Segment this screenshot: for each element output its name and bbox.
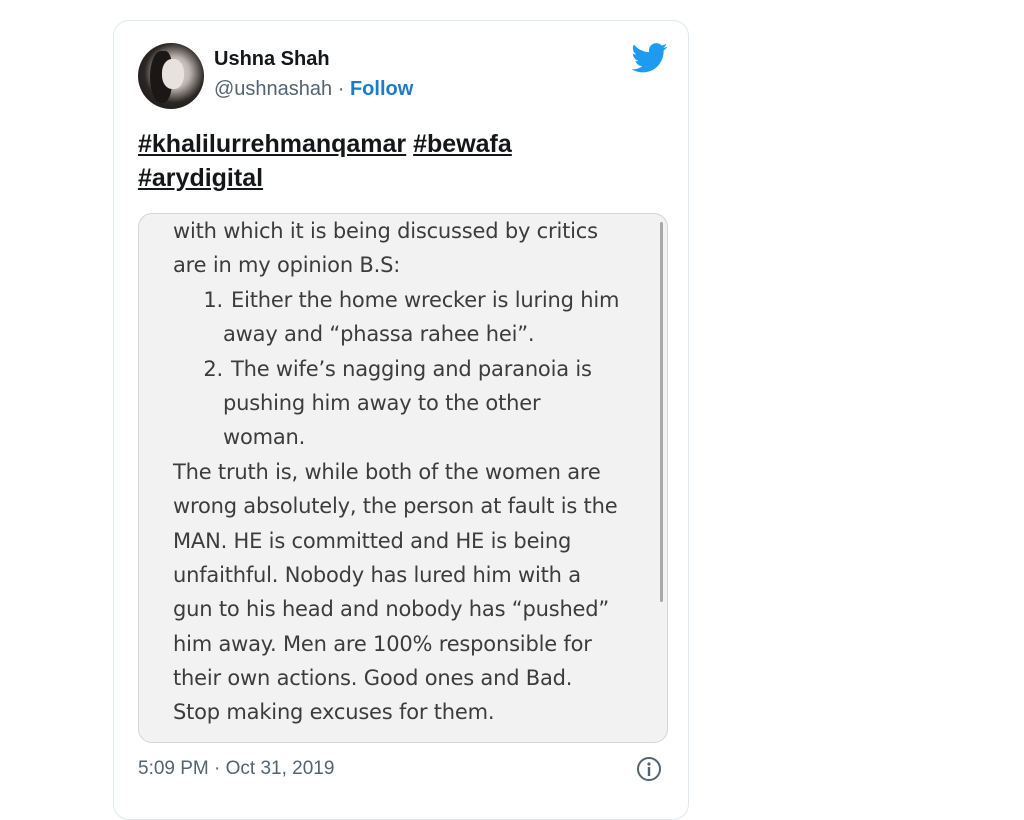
info-icon[interactable]	[636, 756, 662, 782]
list-item-line: pushing him away to the other	[223, 390, 541, 415]
image-text-line: Stop making excuses for them.	[173, 700, 495, 725]
image-text-line: their own actions. Good ones and Bad.	[173, 666, 573, 691]
list-item-text: The wife’s nagging and paranoia is	[231, 356, 592, 381]
image-text-line: him away. Men are 100% responsible for	[173, 631, 592, 656]
image-text-line: are in my opinion B.S:	[173, 253, 401, 278]
image-text: with which it is being discussed by crit…	[173, 214, 653, 730]
image-text-line: unfaithful. Nobody has lured him with a	[173, 562, 581, 587]
avatar-face	[162, 59, 184, 89]
tweet-media-image[interactable]: with which it is being discussed by crit…	[138, 213, 668, 743]
list-number: 1.	[203, 287, 223, 312]
user-name[interactable]: Ushna Shah	[214, 48, 330, 71]
hashtag-link[interactable]: #bewafa	[413, 130, 512, 158]
list-item-text: Either the home wrecker is luring him	[231, 287, 620, 312]
image-text-line: wrong absolutely, the person at fault is…	[173, 494, 618, 519]
tweet-card: Ushna Shah @ushnashah · Follow #khalilur…	[113, 20, 689, 820]
twitter-bird-icon[interactable]	[632, 43, 668, 73]
tweet-hashtags: #khalilurrehmanqamar #bewafa #arydigital	[138, 127, 658, 195]
image-scrollbar	[660, 222, 663, 602]
list-item-line: 2. The wife’s nagging and paranoia is	[173, 352, 653, 386]
hashtag-link[interactable]: #khalilurrehmanqamar	[138, 130, 406, 158]
image-text-line: The truth is, while both of the women ar…	[173, 459, 601, 484]
user-handle-line: @ushnashah · Follow	[214, 78, 413, 101]
hashtag-link[interactable]: #arydigital	[138, 164, 263, 192]
image-text-line: with which it is being discussed by crit…	[173, 219, 598, 243]
avatar[interactable]	[138, 43, 204, 109]
list-item-line: woman.	[223, 425, 306, 450]
list-item-line: 1. Either the home wrecker is luring him	[173, 283, 653, 317]
image-text-line: MAN. HE is committed and HE is being	[173, 528, 572, 553]
list-item-line: away and “phassa rahee hei”.	[223, 322, 535, 347]
user-handle[interactable]: @ushnashah	[214, 78, 332, 100]
tweet-timestamp[interactable]: 5:09 PM · Oct 31, 2019	[138, 758, 334, 780]
image-text-line: gun to his head and nobody has “pushed”	[173, 597, 610, 622]
follow-button[interactable]: Follow	[350, 78, 413, 100]
list-number: 2.	[203, 356, 223, 381]
handle-separator: ·	[332, 78, 350, 100]
